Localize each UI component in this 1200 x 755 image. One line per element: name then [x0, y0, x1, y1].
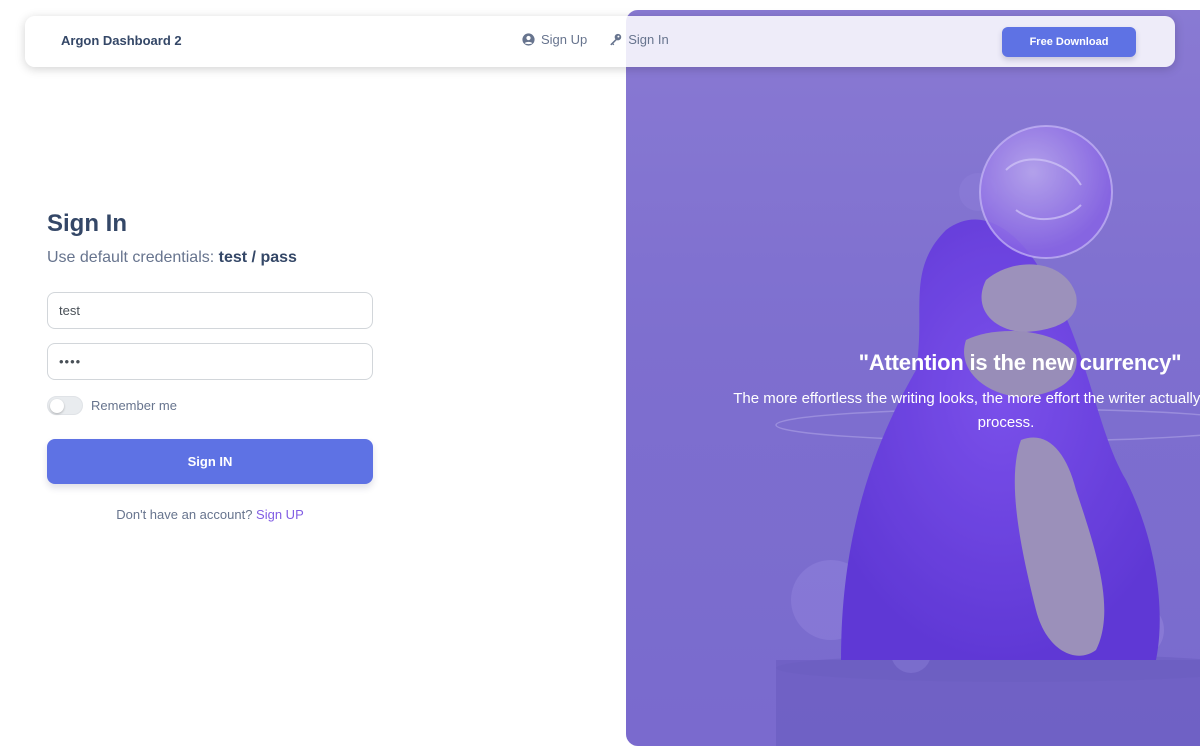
signin-subtitle-prefix: Use default credentials:	[47, 249, 219, 266]
sign-in-button[interactable]: Sign IN	[47, 439, 373, 484]
hero-description: The more effortless the writing looks, t…	[733, 390, 1200, 431]
nav-links: Sign Up Sign In	[522, 32, 669, 47]
top-navbar: Argon Dashboard 2 Sign Up Sign In Free D…	[25, 16, 1175, 67]
toggle-knob	[50, 399, 64, 413]
hero-panel: "Attention is the new currency" The more…	[626, 10, 1200, 746]
hero-quote: "Attention is the new currency"	[858, 350, 1182, 375]
brand-name[interactable]: Argon Dashboard 2	[61, 33, 182, 48]
remember-me-row: Remember me	[47, 396, 177, 415]
remember-me-toggle[interactable]	[47, 396, 83, 415]
key-icon	[610, 33, 622, 46]
nav-link-sign-up[interactable]: Sign Up	[522, 32, 587, 47]
no-account-text: Don't have an account?	[116, 507, 257, 522]
password-input[interactable]	[47, 343, 373, 380]
sign-up-link[interactable]: Sign UP	[256, 507, 304, 522]
username-input[interactable]	[47, 292, 373, 329]
remember-me-label[interactable]: Remember me	[91, 398, 177, 413]
default-credentials: test / pass	[218, 249, 297, 266]
user-circle-icon	[522, 33, 535, 46]
nav-link-sign-up-label: Sign Up	[541, 32, 588, 47]
nav-link-sign-in[interactable]: Sign In	[609, 32, 669, 47]
signin-subtitle: Use default credentials: test / pass	[47, 249, 297, 267]
hero-overlay	[626, 10, 1200, 746]
nav-link-sign-in-label: Sign In	[628, 32, 669, 47]
free-download-button[interactable]: Free Download	[1002, 27, 1136, 57]
signup-prompt: Don't have an account? Sign UP	[47, 507, 373, 522]
page-title: Sign In	[47, 210, 127, 237]
